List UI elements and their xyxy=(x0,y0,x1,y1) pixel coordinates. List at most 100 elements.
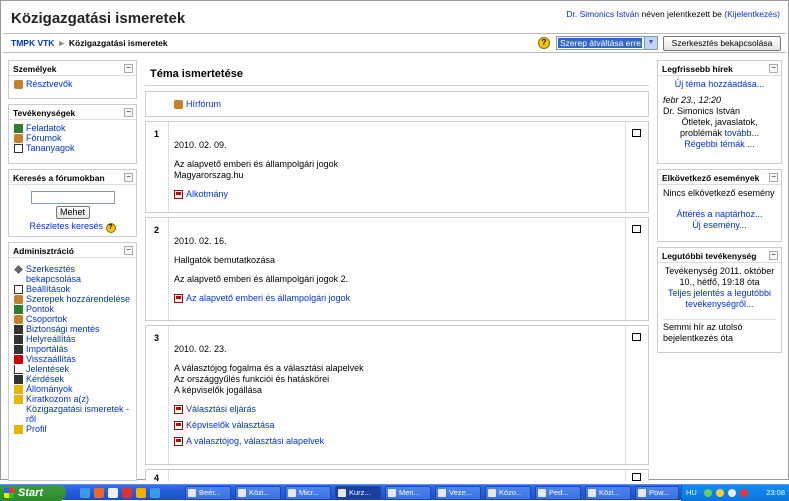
sidebar-item-forums[interactable]: Fórumok xyxy=(14,133,131,143)
pdf-icon xyxy=(174,437,183,446)
administration-block: Adminisztráció − Szerkesztés bekapcsolása… xyxy=(8,242,137,481)
admin-item-restore[interactable]: Helyreállítás xyxy=(14,334,131,344)
collapse-icon[interactable]: − xyxy=(124,108,133,117)
search-go-button[interactable]: Mehet xyxy=(55,206,90,219)
sidebar-item-resources[interactable]: Tananyagok xyxy=(14,143,131,153)
recent-activity-block: Legutóbbi tevékenység − Tevékenység 2011.… xyxy=(657,247,782,353)
section-text: A választójog fogalma és a választási al… xyxy=(174,363,364,373)
course-title: Közigazgatási ismeretek xyxy=(11,10,186,27)
forum-link[interactable]: Hírfórum xyxy=(174,99,620,109)
taskbar-button[interactable]: Micr... xyxy=(285,486,331,500)
quicklaunch-icon[interactable] xyxy=(122,488,132,498)
taskbar-button[interactable]: Kurz... xyxy=(335,486,381,500)
section-text: Az alapvető emberi és állampolgári jogok… xyxy=(174,274,349,284)
section-2: 2 2010. 02. 16. Hallgatók bemutatkozása … xyxy=(145,217,649,321)
breadcrumb-home[interactable]: TMPK VTK xyxy=(11,38,54,48)
chevron-down-icon[interactable]: ▼ xyxy=(644,37,657,49)
news-more-link[interactable]: tovább... xyxy=(725,128,760,138)
collapse-icon[interactable]: − xyxy=(769,251,778,260)
login-info: Dr. Simonics István néven jelentkezett b… xyxy=(566,9,780,19)
pdf-icon xyxy=(174,190,183,199)
section-date: 2010. 02. 23. xyxy=(174,344,227,354)
quicklaunch-icon[interactable] xyxy=(150,488,160,498)
collapse-icon[interactable]: − xyxy=(769,64,778,73)
add-topic-link[interactable]: Új téma hozzáadása... xyxy=(675,79,765,89)
collapse-icon[interactable]: − xyxy=(769,173,778,182)
quicklaunch-icon[interactable] xyxy=(136,488,146,498)
admin-item-groups[interactable]: Csoportok xyxy=(14,314,131,324)
quicklaunch-icon[interactable] xyxy=(80,488,90,498)
admin-item-grades[interactable]: Pontok xyxy=(14,304,131,314)
search-input[interactable] xyxy=(30,191,115,204)
reports-icon xyxy=(14,365,23,374)
admin-item-profile[interactable]: Profil xyxy=(14,424,131,434)
full-report-link[interactable]: Teljes jelentés a legutóbbi tevékenységr… xyxy=(668,288,771,309)
sidebar-item-assignments[interactable]: Feladatok xyxy=(14,123,131,133)
admin-item-import[interactable]: Importálás xyxy=(14,344,131,354)
section-text: Az országgyűlés funkciói és hatáskörei xyxy=(174,374,330,384)
collapse-icon[interactable]: − xyxy=(124,246,133,255)
advanced-search[interactable]: Részletes keresés ? xyxy=(14,221,131,233)
taskbar-button[interactable]: Men... xyxy=(385,486,431,500)
roles-icon xyxy=(14,295,23,304)
settings-icon xyxy=(14,285,23,294)
section-text: Hallgatók bemutatkozása xyxy=(174,255,276,265)
resource-link[interactable]: Az alapvető emberi és állampolgári jogok xyxy=(174,293,620,303)
groups-icon xyxy=(14,315,23,324)
forum-icon xyxy=(14,134,23,143)
tray-icon[interactable] xyxy=(740,489,748,497)
collapse-icon[interactable]: − xyxy=(124,173,133,182)
admin-item-questions[interactable]: Kérdések xyxy=(14,374,131,384)
admin-item-backup[interactable]: Biztonsági mentés xyxy=(14,324,131,334)
resource-link[interactable]: A választójog, választási alapelvek xyxy=(174,436,620,446)
highlight-toggle-icon[interactable] xyxy=(632,225,641,233)
breadcrumb: TMPK VTK ► Közigazgatási ismeretek xyxy=(11,38,168,48)
taskbar-button[interactable]: Közo... xyxy=(485,486,531,500)
admin-item-reset[interactable]: Visszaállítás xyxy=(14,354,131,364)
taskbar-button[interactable]: Pow... xyxy=(635,486,679,500)
quicklaunch-icon[interactable] xyxy=(108,488,118,498)
logout-link[interactable]: (Kijelentkezés) xyxy=(724,9,780,19)
admin-item-files[interactable]: Állományok xyxy=(14,384,131,394)
pdf-icon xyxy=(174,421,183,430)
resource-link[interactable]: Képviselők választása xyxy=(174,420,620,430)
taskbar-button[interactable]: Beér... xyxy=(185,486,231,500)
older-topics-link[interactable]: Régebbi témák ... xyxy=(684,139,755,149)
sidebar-item-participants[interactable]: Résztvevők xyxy=(14,79,131,89)
user-name-link[interactable]: Dr. Simonics István xyxy=(566,9,639,19)
taskbar-button[interactable]: Közi... xyxy=(585,486,631,500)
tray-icon[interactable] xyxy=(716,489,724,497)
calendar-link[interactable]: Áttérés a naptárhoz... xyxy=(676,209,762,219)
role-switch-select[interactable]: Szerep átváltása erre... ▼ xyxy=(556,36,658,50)
admin-item-edit[interactable]: Szerkesztés bekapcsolása xyxy=(14,264,131,284)
taskbar-button[interactable]: Közi... xyxy=(235,486,281,500)
admin-item-roles[interactable]: Szerepek hozzárendelése xyxy=(14,294,131,304)
help-icon[interactable]: ? xyxy=(538,37,550,49)
section-date: 2010. 02. 09. xyxy=(174,140,227,150)
new-event-link[interactable]: Új esemény... xyxy=(692,220,746,230)
folder-icon xyxy=(14,385,23,394)
edit-mode-button[interactable]: Szerkesztés bekapcsolása xyxy=(663,36,781,51)
taskbar-button[interactable]: Ped... xyxy=(535,486,581,500)
resource-link[interactable]: Alkotmány xyxy=(174,189,620,199)
collapse-icon[interactable]: − xyxy=(124,64,133,73)
news-date: febr 23., 12:20 xyxy=(663,95,722,105)
admin-item-reports[interactable]: Jelentések xyxy=(14,364,131,374)
taskbar-button[interactable]: Veze... xyxy=(435,486,481,500)
section-text: Magyarorszag.hu xyxy=(174,170,244,180)
language-indicator[interactable]: HU xyxy=(686,485,697,501)
tray-icon[interactable] xyxy=(704,489,712,497)
admin-item-settings[interactable]: Beállítások xyxy=(14,284,131,294)
start-button[interactable]: Start xyxy=(0,485,66,501)
admin-item-unenrol[interactable]: Kiratkozom a(z) Közigazgatási ismeretek … xyxy=(14,394,131,424)
highlight-toggle-icon[interactable] xyxy=(632,333,641,341)
tray-icon[interactable] xyxy=(728,489,736,497)
section-number: 1 xyxy=(146,122,169,212)
highlight-toggle-icon[interactable] xyxy=(632,129,641,137)
highlight-toggle-icon[interactable] xyxy=(632,473,641,481)
resource-link[interactable]: Választási eljárás xyxy=(174,404,620,414)
quicklaunch-icon[interactable] xyxy=(94,488,104,498)
section-number: 3 xyxy=(146,326,169,464)
navbar: TMPK VTK ► Közigazgatási ismeretek ? Szere… xyxy=(3,33,786,53)
help-icon[interactable]: ? xyxy=(105,223,116,233)
